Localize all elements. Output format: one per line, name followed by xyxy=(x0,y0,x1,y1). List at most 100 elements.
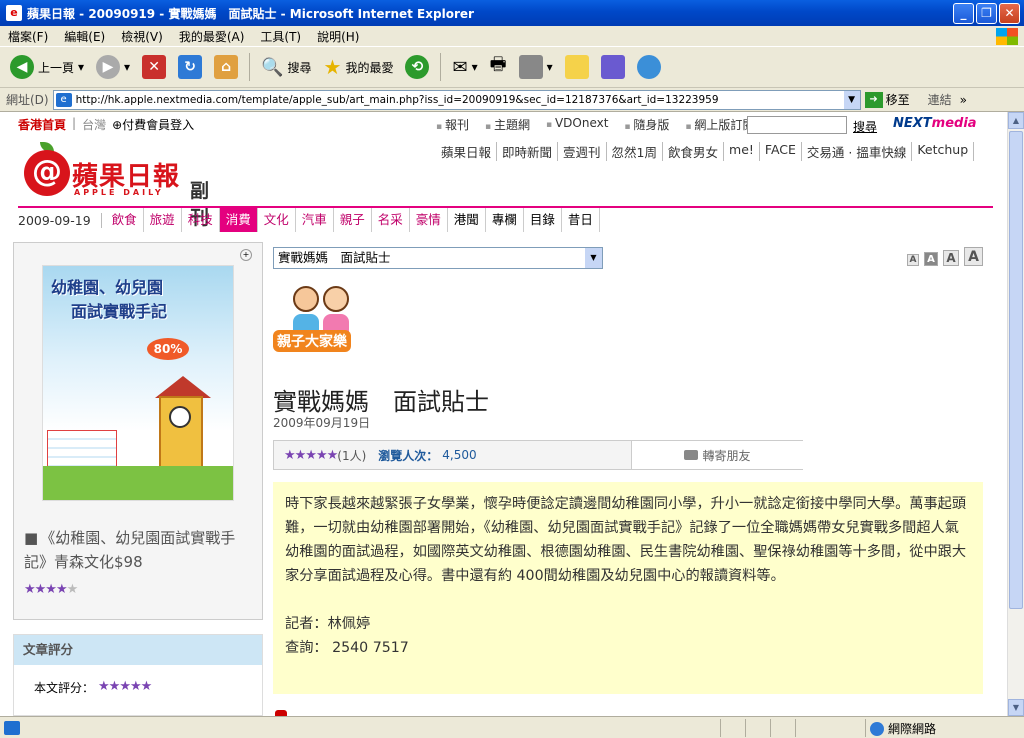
sister-site-link[interactable]: 飲食男女 xyxy=(663,142,725,161)
top-nav-item[interactable]: 報刊 xyxy=(436,116,469,133)
section-tab[interactable]: 親子 xyxy=(334,208,372,232)
back-button[interactable]: ◀ 上一頁 ▾ xyxy=(6,53,88,81)
go-button[interactable]: ➜ 移至 xyxy=(864,91,910,108)
apple-daily-logo[interactable]: @ 蘋果日報 APPLE DAILY 副刊 xyxy=(24,142,224,229)
section-tab[interactable]: 昔日 xyxy=(562,208,600,232)
member-login-link[interactable]: ⊕付費會員登入 xyxy=(112,116,194,133)
site-search-input[interactable] xyxy=(747,116,847,134)
research-icon xyxy=(600,55,625,79)
refresh-button[interactable]: ↻ xyxy=(174,53,206,81)
menu-file[interactable]: 檔案(F) xyxy=(0,28,56,45)
site-search-button[interactable]: 搜尋 xyxy=(853,118,877,135)
sister-site-link[interactable]: FACE xyxy=(760,142,802,161)
book-rating: ★★★★★ xyxy=(24,582,78,597)
apple-icon: @ xyxy=(24,150,70,196)
maximize-button[interactable]: ❐ xyxy=(976,3,997,24)
note-icon xyxy=(564,55,589,79)
research-button[interactable] xyxy=(597,53,629,81)
history-button[interactable]: ⟲ xyxy=(401,53,433,81)
address-input[interactable]: e http://hk.apple.nextmedia.com/template… xyxy=(52,89,861,110)
logo-english: APPLE DAILY xyxy=(74,188,164,197)
sister-site-link[interactable]: 壹週刊 xyxy=(558,142,607,161)
nextmedia-logo[interactable]: NEXTmedia xyxy=(893,116,977,131)
book-rating-stars-filled: ★★★★ xyxy=(24,582,68,597)
links-button[interactable]: 連結 xyxy=(928,91,952,108)
book-caption: 《幼稚園、幼兒園面試實戰手記》青森文化$98 xyxy=(24,526,256,574)
address-dropdown-icon[interactable]: ▼ xyxy=(843,90,860,109)
menu-favorites[interactable]: 我的最愛(A) xyxy=(171,28,253,45)
font-size-small-button[interactable]: A xyxy=(907,254,919,266)
section-tab[interactable]: 汽車 xyxy=(296,208,334,232)
book-cover-image[interactable]: 幼稚園、幼兒園 面試實戰手記 80% xyxy=(42,265,234,501)
section-tab[interactable]: 旅遊 xyxy=(144,208,182,232)
section-tab[interactable]: 科技 xyxy=(182,208,220,232)
menu-tools[interactable]: 工具(T) xyxy=(252,28,309,45)
window-title: 蘋果日報 - 20090919 - 實戰媽媽 面試貼士 - Microsoft … xyxy=(27,6,474,21)
section-tab[interactable]: 名采 xyxy=(372,208,410,232)
enquiry-line: 查詢： 2540 7517 xyxy=(285,640,409,656)
ie-icon: e xyxy=(6,5,22,21)
section-tab[interactable]: 豪情 xyxy=(410,208,448,232)
search-button[interactable]: 🔍 搜尋 xyxy=(257,55,315,80)
section-tab[interactable]: 專欄 xyxy=(486,208,524,232)
messenger-icon xyxy=(636,55,661,79)
tw-link[interactable]: 台灣 xyxy=(82,116,106,133)
discuss-button[interactable] xyxy=(561,53,593,81)
top-nav-item[interactable]: 主題網 xyxy=(485,116,530,133)
book-rating-stars-empty: ★ xyxy=(66,582,79,597)
scroll-thumb[interactable] xyxy=(1009,131,1023,609)
badge-label: 親子大家樂 xyxy=(273,330,351,352)
zoom-icon[interactable]: + xyxy=(240,249,252,261)
section-tab[interactable]: 港聞 xyxy=(448,208,486,232)
font-size-large-button[interactable]: A xyxy=(943,250,959,266)
mail-button[interactable]: ✉ ▾ xyxy=(448,55,481,80)
forward-to-friend-button[interactable]: 轉寄朋友 xyxy=(631,441,803,469)
top-nav-item[interactable]: VDOnext xyxy=(546,116,608,133)
minimize-button[interactable]: _ xyxy=(953,3,974,24)
chevron-right-icon[interactable]: » xyxy=(960,93,967,107)
menu-view[interactable]: 檢視(V) xyxy=(113,28,171,45)
sister-site-link[interactable]: 忽然1周 xyxy=(607,142,663,161)
home-button[interactable]: ⌂ xyxy=(210,53,242,81)
sister-site-link[interactable]: Ketchup xyxy=(912,142,975,161)
print-button[interactable]: 🖶 xyxy=(486,50,511,84)
menu-edit[interactable]: 編輯(E) xyxy=(56,28,113,45)
sister-site-link[interactable]: 蘋果日報 xyxy=(436,142,498,161)
scroll-down-icon[interactable]: ▼ xyxy=(1008,699,1024,716)
messenger-button[interactable] xyxy=(633,53,665,81)
scroll-up-icon[interactable]: ▲ xyxy=(1008,112,1024,129)
section-nav: 2009-09-19 飲食 旅遊 科技 消費 文化 汽車 親子 名采 豪情 港聞… xyxy=(18,208,600,232)
stop-button[interactable]: ✕ xyxy=(138,53,170,81)
cover-clock xyxy=(169,406,191,428)
font-size-medium-button[interactable]: A xyxy=(924,252,938,266)
rating-stars-input[interactable]: ★★★★★ xyxy=(98,679,152,696)
edit-button[interactable]: ▾ xyxy=(515,53,557,81)
home-icon: ⌂ xyxy=(214,55,239,79)
section-tab[interactable]: 飲食 xyxy=(106,208,144,232)
mail-icon: ✉ xyxy=(452,56,468,78)
sister-site-link[interactable]: 交易通 · 搵車快線 xyxy=(802,142,913,161)
forward-button[interactable]: ▶ ▾ xyxy=(92,53,134,81)
vertical-scrollbar[interactable]: ▲ ▼ xyxy=(1007,112,1024,716)
parenting-badge: 親子大家樂 xyxy=(273,278,377,370)
hk-home-link[interactable]: 香港首頁 xyxy=(18,116,66,133)
menu-help[interactable]: 說明(H) xyxy=(309,28,367,45)
section-tab-active[interactable]: 消費 xyxy=(219,208,258,232)
article-date: 2009年09月19日 xyxy=(273,416,371,430)
sister-site-link[interactable]: 即時新聞 xyxy=(497,142,559,161)
section-tab[interactable]: 文化 xyxy=(258,208,296,232)
category-select[interactable]: 實戰媽媽 面試貼士 ▼ xyxy=(273,247,603,269)
font-size-controls: A A A A xyxy=(907,247,983,266)
top-nav-item[interactable]: 網上版訂閱 xyxy=(685,116,754,133)
favorites-button[interactable]: ★ 我的最愛 xyxy=(320,53,398,81)
girl-head xyxy=(323,286,349,312)
boy-head xyxy=(293,286,319,312)
top-nav-item[interactable]: 隨身版 xyxy=(624,116,669,133)
font-size-xlarge-button[interactable]: A xyxy=(964,247,983,266)
section-tab[interactable]: 目錄 xyxy=(524,208,562,232)
sister-site-link[interactable]: me! xyxy=(724,142,760,161)
cover-grass xyxy=(43,466,233,500)
rating-count: (1人) xyxy=(337,448,367,463)
toolbar: ◀ 上一頁 ▾ ▶ ▾ ✕ ↻ ⌂ 🔍 搜尋 ★ 我的最愛 ⟲ ✉ ▾ 🖶 ▾ xyxy=(0,47,1024,88)
close-button[interactable]: ✕ xyxy=(999,3,1020,24)
